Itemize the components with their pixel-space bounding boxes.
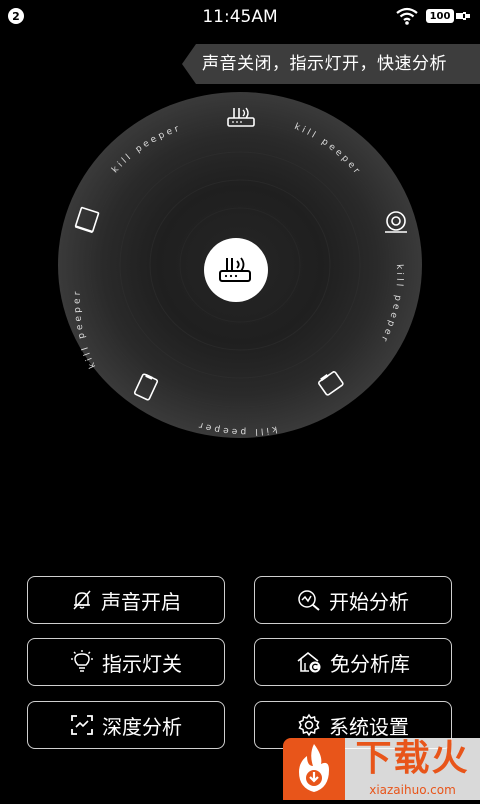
exempt-library-label: 免分析库 (330, 651, 410, 676)
bell-off-icon (73, 590, 91, 610)
home-library-icon (297, 651, 321, 673)
router-icon (219, 257, 251, 282)
deep-analysis-button[interactable]: 深度分析 (27, 701, 225, 749)
start-analysis-label: 开始分析 (329, 589, 409, 614)
wifi-icon (396, 7, 418, 25)
status-bar: 2 11:45AM 100 (0, 0, 480, 34)
exempt-library-button[interactable]: 免分析库 (254, 638, 452, 686)
system-settings-label: 系统设置 (329, 714, 409, 739)
bulb-icon (71, 650, 93, 672)
indicator-toggle-button[interactable]: 指示灯关 (27, 638, 225, 686)
status-banner: 声音关闭，指示灯开，快速分析 (182, 44, 480, 84)
battery-icon: 100 (426, 9, 454, 23)
watermark: 下载火 xiazaihuo.com (283, 738, 480, 800)
flame-logo-icon (283, 738, 345, 800)
sound-toggle-label: 声音开启 (101, 589, 181, 614)
search-chart-icon (298, 590, 320, 611)
deep-analysis-label: 深度分析 (102, 714, 182, 739)
start-analysis-button[interactable]: 开始分析 (254, 576, 452, 624)
charging-icon (456, 12, 470, 20)
watermark-brand: 下载火 (345, 738, 480, 780)
sound-toggle-button[interactable]: 声音开启 (27, 576, 225, 624)
scan-icon (71, 715, 93, 735)
center-scan-button[interactable] (204, 238, 268, 302)
gear-icon (298, 713, 320, 737)
watermark-url: xiazaihuo.com (345, 780, 480, 800)
indicator-toggle-label: 指示灯关 (102, 651, 182, 676)
